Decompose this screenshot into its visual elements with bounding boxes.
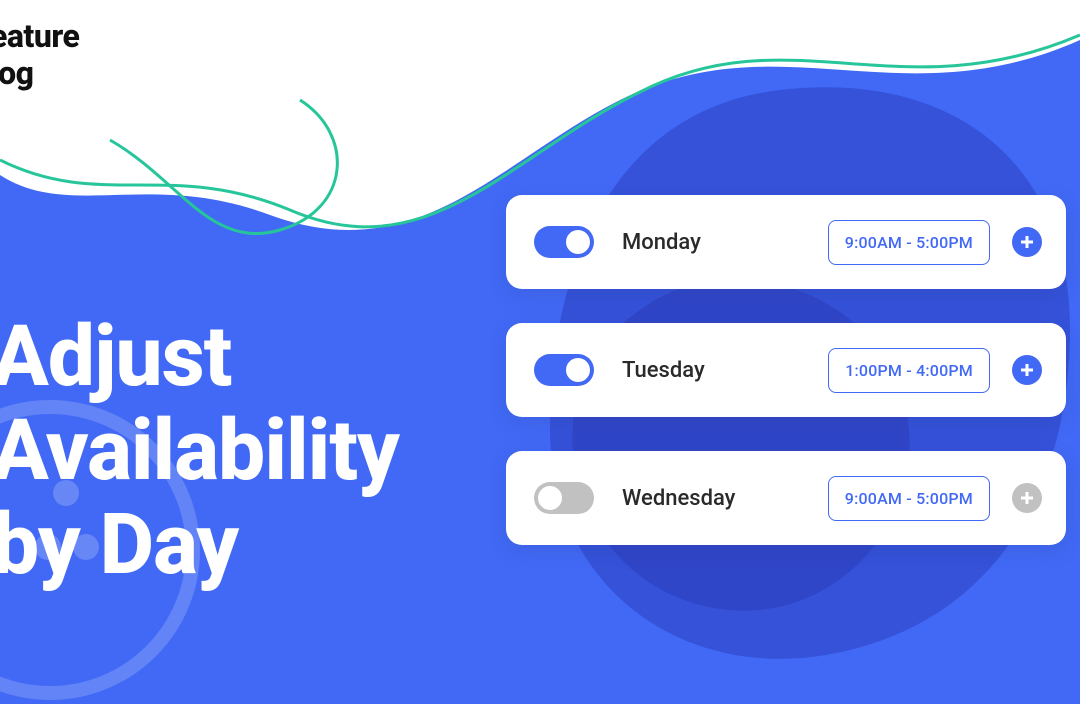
plus-icon: [1020, 363, 1034, 377]
day-label: Monday: [622, 230, 828, 255]
add-timeslot-button[interactable]: [1012, 227, 1042, 257]
add-timeslot-button[interactable]: [1012, 483, 1042, 513]
toggle-knob: [566, 230, 590, 254]
feature-blog-label: eature log: [0, 18, 79, 92]
toggle-wednesday[interactable]: [534, 482, 594, 514]
toggle-monday[interactable]: [534, 226, 594, 258]
toggle-knob: [538, 486, 562, 510]
plus-icon: [1020, 235, 1034, 249]
time-range-chip[interactable]: 9:00AM - 5:00PM: [828, 220, 990, 265]
day-row-tuesday: Tuesday 1:00PM - 4:00PM: [506, 323, 1066, 417]
time-range-chip[interactable]: 9:00AM - 5:00PM: [828, 476, 990, 521]
day-row-monday: Monday 9:00AM - 5:00PM: [506, 195, 1066, 289]
time-range-chip[interactable]: 1:00PM - 4:00PM: [828, 348, 990, 393]
hero-title: Adjust Availability by Day: [0, 310, 399, 592]
add-timeslot-button[interactable]: [1012, 355, 1042, 385]
toggle-tuesday[interactable]: [534, 354, 594, 386]
day-label: Wednesday: [622, 486, 828, 511]
plus-icon: [1020, 491, 1034, 505]
toggle-knob: [566, 358, 590, 382]
availability-cards: Monday 9:00AM - 5:00PM Tuesday 1:00PM - …: [506, 195, 1066, 545]
day-label: Tuesday: [622, 358, 828, 383]
day-row-wednesday: Wednesday 9:00AM - 5:00PM: [506, 451, 1066, 545]
